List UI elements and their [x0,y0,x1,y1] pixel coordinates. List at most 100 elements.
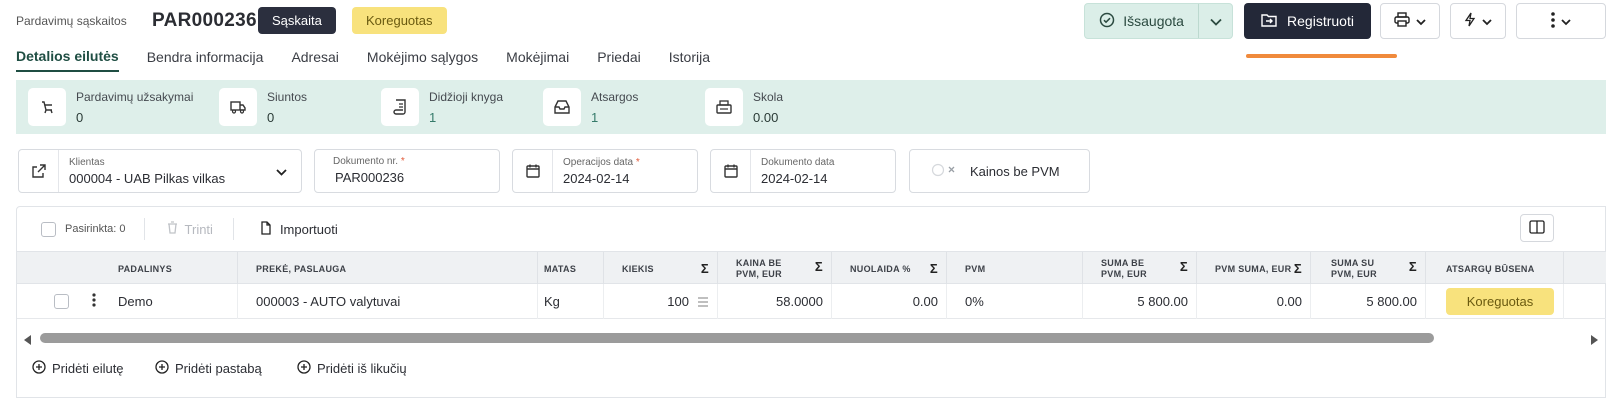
table-header: PADALINYS PREKĖ, PASLAUGA MATAS KIEKIS Σ … [17,251,1606,285]
plus-circle-icon [297,360,311,377]
add-line-button[interactable]: Pridėti eilutę [32,360,124,377]
vat-toggle-field[interactable]: Kainos be PVM [909,149,1090,193]
import-button[interactable]: Importuoti [260,220,338,238]
delete-label: Trinti [184,221,213,237]
divider [143,218,145,240]
tab-attachments[interactable]: Priedai [597,49,641,71]
column-header-stock-status[interactable]: ATSARGŲ BŪSENA [1426,252,1564,285]
lines-toolbar: Pasirinkta: 0 Trinti Importuoti [24,218,338,240]
add-from-stock-button[interactable]: Pridėti iš likučių [297,360,407,377]
stock-status-badge: Koreguotas [1446,288,1554,315]
column-header-sum-vat[interactable]: SUMA SU PVM, EUR Σ [1311,252,1426,285]
print-button[interactable] [1380,3,1440,39]
operation-date-field[interactable]: Operacijos data * 2024-02-14 [512,149,698,193]
more-vertical-icon[interactable] [91,293,96,310]
chevron-down-icon [1561,14,1571,29]
summary-value: 1 [429,109,437,125]
add-from-stock-label: Pridėti iš likučių [317,361,407,376]
cell-price[interactable]: 58.0000 [718,284,832,319]
column-header-item[interactable]: PREKĖ, PASLAUGA [238,252,538,285]
cell-unit[interactable]: Demo [110,284,238,319]
breadcrumb[interactable]: Pardavimų sąskaitos [16,14,127,28]
summary-value: 1 [591,109,599,125]
document-number-value: PAR000236 [335,170,405,185]
summary-sales-orders[interactable]: Pardavimų užsakymai 0 [28,88,193,126]
tab-general[interactable]: Bendra informacija [147,49,264,71]
column-header-sum-no-vat[interactable]: SUMA BE PVM, EUR Σ [1083,252,1197,285]
check-circle-icon [1099,12,1115,31]
sum-icon[interactable]: Σ [1293,261,1302,276]
cell-stock-status: Koreguotas [1426,284,1564,319]
add-note-button[interactable]: Pridėti pastabą [155,360,262,377]
cell-sum-vat[interactable]: 5 800.00 [1311,284,1426,319]
scroll-left-icon[interactable] [24,333,32,348]
calendar-icon[interactable] [711,150,751,192]
select-all-checkbox[interactable] [41,221,56,237]
chevron-down-icon[interactable] [276,164,287,179]
saved-dropdown-toggle[interactable] [1198,4,1232,38]
summary-ledger[interactable]: Didžioji knyga 1 [381,88,503,126]
summary-shipments[interactable]: Siuntos 0 [219,88,307,126]
cell-discount[interactable]: 0.00 [832,284,947,319]
cell-vat[interactable]: 0% [947,284,1083,319]
summary-stock[interactable]: Atsargos 1 [543,88,638,126]
inbox-icon [543,88,581,126]
column-header-price[interactable]: KAINA BE PVM, EUR Σ [718,252,832,285]
status-badge: Koreguotas [352,7,447,34]
column-header-quantity[interactable]: KIEKIS Σ [604,252,718,285]
column-header-vat[interactable]: PVM [947,252,1083,285]
truck-icon [219,88,257,126]
plus-circle-icon [155,360,169,377]
register-button[interactable]: Registruoti [1244,3,1371,39]
summary-label: Siuntos [267,89,308,104]
actions-button[interactable] [1450,3,1506,39]
sum-icon[interactable]: Σ [815,260,823,273]
register-underline [1246,54,1397,58]
selected-count: Pasirinkta: 0 [65,223,126,235]
sum-icon[interactable]: Σ [1180,260,1188,273]
lines-icon[interactable] [698,295,708,310]
horizontal-scrollbar[interactable] [40,333,1434,343]
tab-payments[interactable]: Mokėjimai [506,49,569,71]
tab-payment-terms[interactable]: Mokėjimo sąlygos [367,49,478,71]
saved-button[interactable]: Išsaugota [1085,4,1198,38]
calendar-icon[interactable] [513,150,553,192]
summary-label: Atsargos [591,89,639,104]
import-label: Importuoti [279,221,338,237]
column-layout-button[interactable] [1520,214,1554,242]
column-header-discount[interactable]: NUOLAIDA % Σ [832,252,947,285]
cell-vat-sum[interactable]: 0.00 [1197,284,1311,319]
cell-measure[interactable]: Kg [538,284,604,319]
register-icon [705,88,743,126]
client-field[interactable]: Klientas 000004 - UAB Pilkas vilkas [18,149,302,193]
toggle-off-icon[interactable] [930,163,958,180]
folder-arrow-icon [1261,13,1277,30]
more-button[interactable] [1516,3,1606,39]
cell-sum-no-vat[interactable]: 5 800.00 [1083,284,1197,319]
select-all[interactable]: Pasirinkta: 0 [41,221,126,237]
delete-button[interactable]: Trinti [167,221,213,237]
saved-button-group[interactable]: Išsaugota [1084,3,1233,39]
sum-icon[interactable]: Σ [1409,260,1417,273]
external-link-icon[interactable] [19,150,59,192]
column-header-measure[interactable]: MATAS [538,252,604,285]
column-header-unit[interactable]: PADALINYS [110,252,238,285]
document-number-field[interactable]: Dokumento nr. * PAR000236 [314,149,500,193]
sum-icon[interactable]: Σ [701,261,709,276]
sum-icon[interactable]: Σ [930,261,938,276]
document-date-field[interactable]: Dokumento data 2024-02-14 [710,149,896,193]
row-checkbox[interactable] [53,294,69,309]
summary-debt[interactable]: Skola 0.00 [705,88,783,126]
table-row[interactable]: Demo 000003 - AUTO valytuvai Kg 100 58.0… [17,284,1606,319]
tab-history[interactable]: Istorija [669,49,710,71]
column-header-vat-sum[interactable]: PVM SUMA, EUR Σ [1197,252,1311,285]
add-note-label: Pridėti pastabą [175,361,262,376]
row-menu-cell[interactable] [77,284,110,319]
tab-addresses[interactable]: Adresai [291,49,338,71]
columns-icon [1529,219,1545,237]
cell-item[interactable]: 000003 - AUTO valytuvai [238,284,538,319]
scroll-right-icon[interactable] [1590,333,1598,348]
tab-details[interactable]: Detalios eilutės [16,48,119,72]
add-line-label: Pridėti eilutę [52,361,124,376]
row-select-cell[interactable] [17,284,77,319]
